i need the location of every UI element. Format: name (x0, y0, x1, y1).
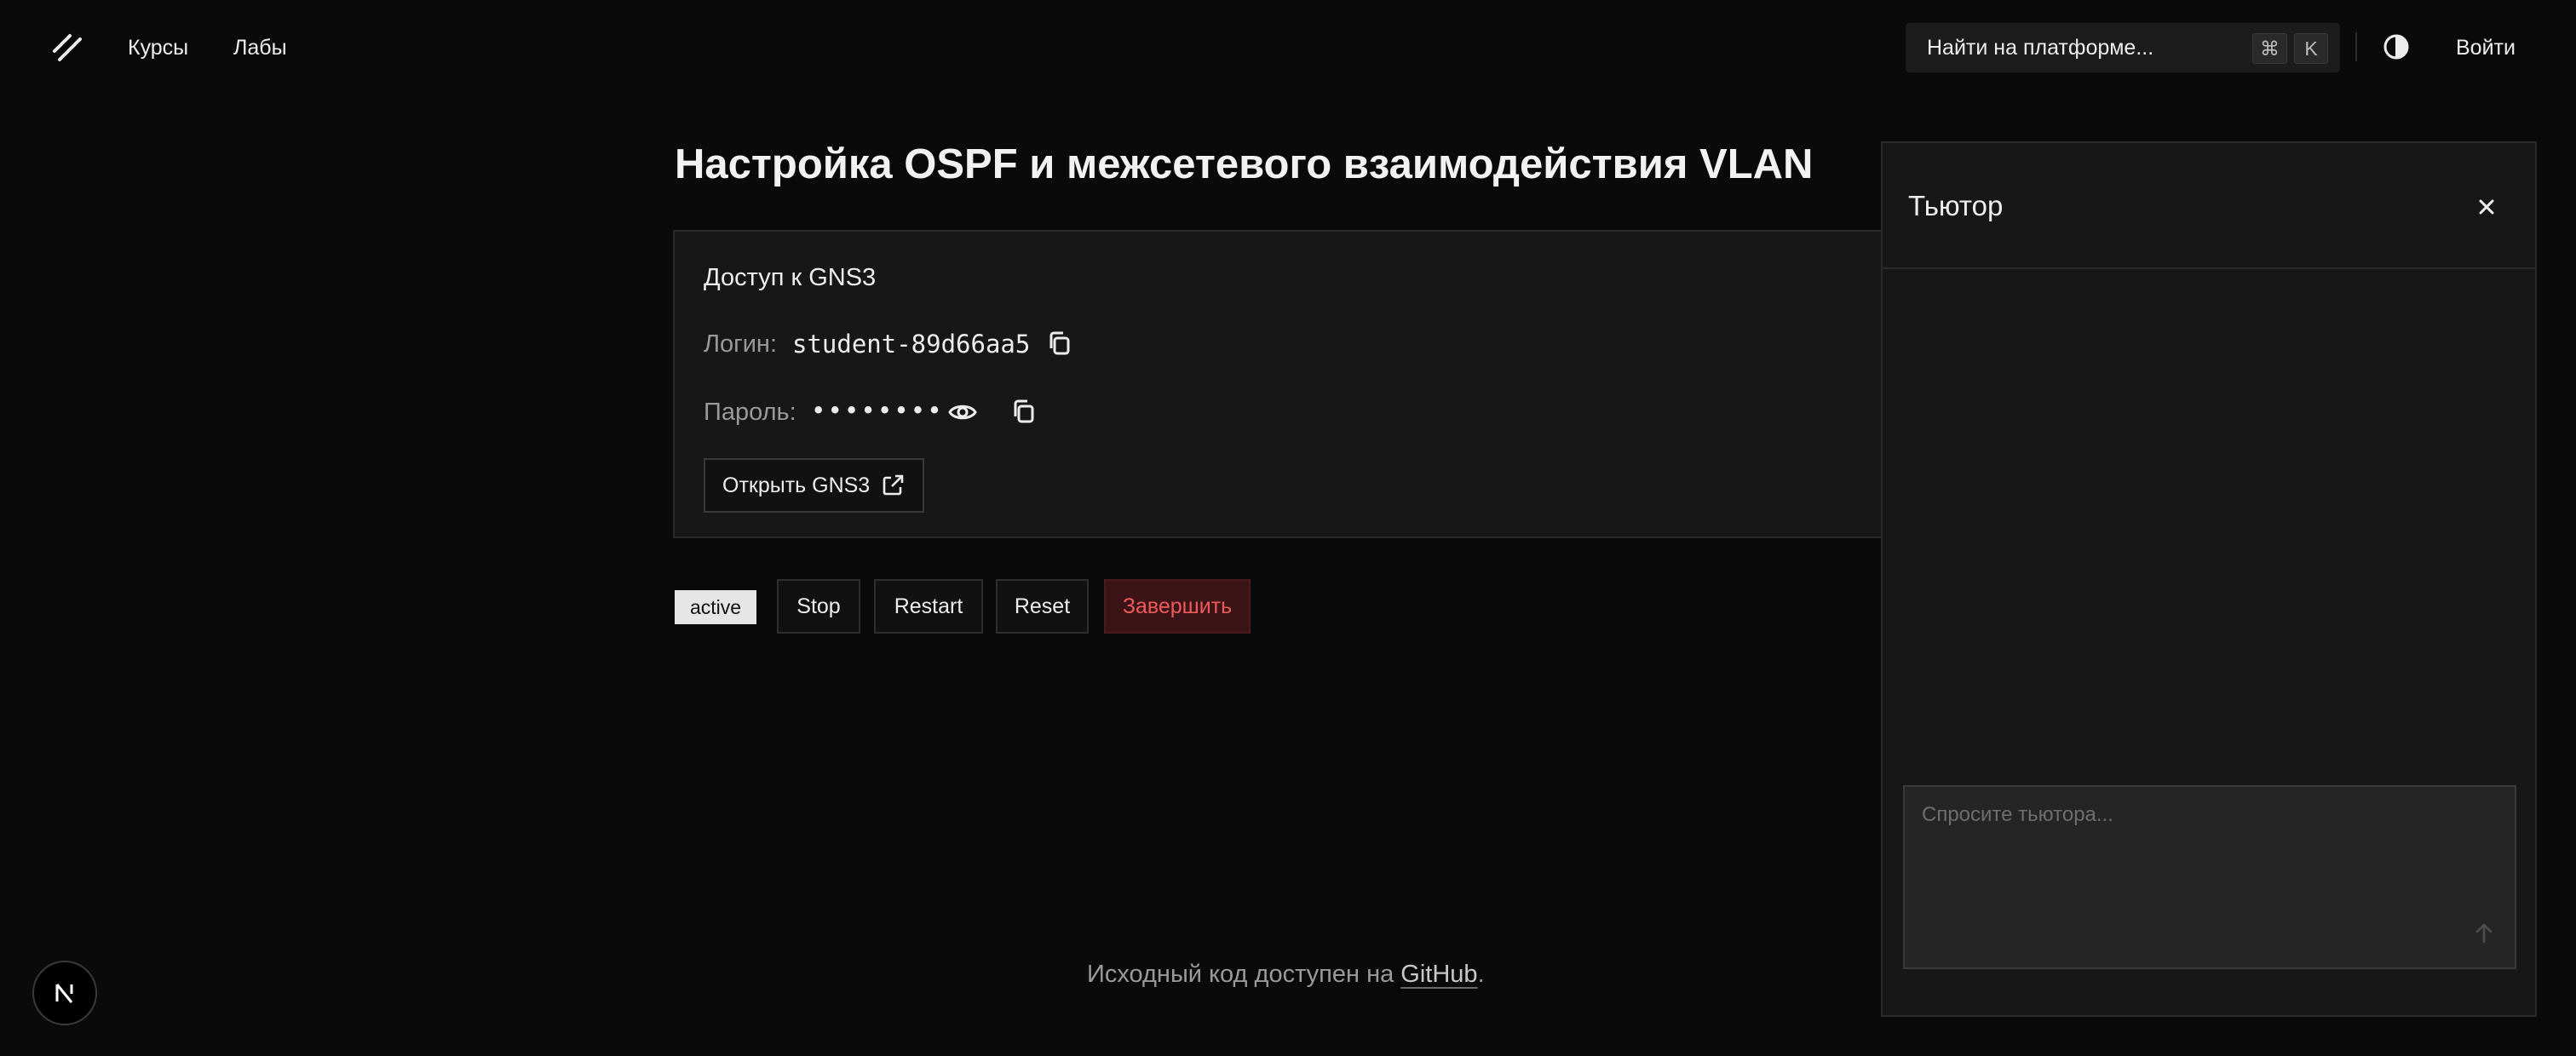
tutor-title: Тьютор (1908, 190, 2004, 221)
theme-toggle-icon[interactable] (2381, 32, 2412, 62)
gns3-access-card: Доступ к GNS3 Логин: student-89d66aa5 Па… (673, 230, 1883, 538)
top-header: Курсы Лабы Найти на платформе... ⌘ K Вой… (0, 0, 2576, 95)
page-title: Настройка OSPF и межсетевого взаимодейст… (675, 141, 1814, 187)
github-link[interactable]: GitHub (1400, 961, 1477, 988)
close-icon[interactable] (2474, 194, 2499, 220)
external-link-icon (883, 474, 904, 496)
search-placeholder: Найти на платформе... (1927, 36, 2154, 60)
tutor-message-input[interactable]: Спросите тьютора... (1903, 785, 2516, 969)
logo-icon[interactable] (49, 31, 85, 65)
reset-button[interactable]: Reset (996, 579, 1089, 634)
shortcut-cmd-key: ⌘ (2252, 33, 2287, 64)
shortcut-k-key: K (2294, 33, 2328, 64)
next-logo-icon[interactable] (32, 961, 97, 1025)
open-gns3-label: Открыть GNS3 (722, 473, 871, 497)
footer-prefix: Исходный код доступен на (1087, 961, 1401, 988)
nav-labs[interactable]: Лабы (233, 31, 287, 65)
password-value: •••••••• (811, 396, 944, 425)
tutor-header: Тьютор (1883, 143, 2535, 269)
footer-suffix: . (1477, 961, 1485, 988)
finish-button[interactable]: Завершить (1104, 579, 1251, 634)
login-button[interactable]: Войти (2456, 31, 2516, 65)
search-input[interactable]: Найти на платформе... ⌘ K (1906, 23, 2340, 72)
restart-button[interactable]: Restart (874, 579, 983, 634)
login-label: Логин: (704, 330, 778, 358)
stop-button[interactable]: Stop (777, 579, 860, 634)
password-label: Пароль: (704, 399, 796, 426)
tutor-input-placeholder: Спросите тьютора... (1922, 803, 2113, 826)
footer-text: Исходный код доступен на GitHub. (1087, 957, 1485, 991)
eye-icon[interactable] (946, 395, 980, 429)
copy-icon[interactable] (1007, 395, 1041, 429)
card-title: Доступ к GNS3 (704, 264, 877, 291)
nav-courses[interactable]: Курсы (128, 31, 188, 65)
status-badge: active (675, 590, 757, 624)
arrow-up-icon[interactable] (2469, 918, 2499, 949)
header-divider (2355, 32, 2357, 61)
copy-icon[interactable] (1043, 327, 1077, 361)
open-gns3-button[interactable]: Открыть GNS3 (704, 458, 925, 513)
login-value: student-89d66aa5 (792, 330, 1031, 359)
tutor-panel: Тьютор Спросите тьютора... (1881, 141, 2537, 1017)
